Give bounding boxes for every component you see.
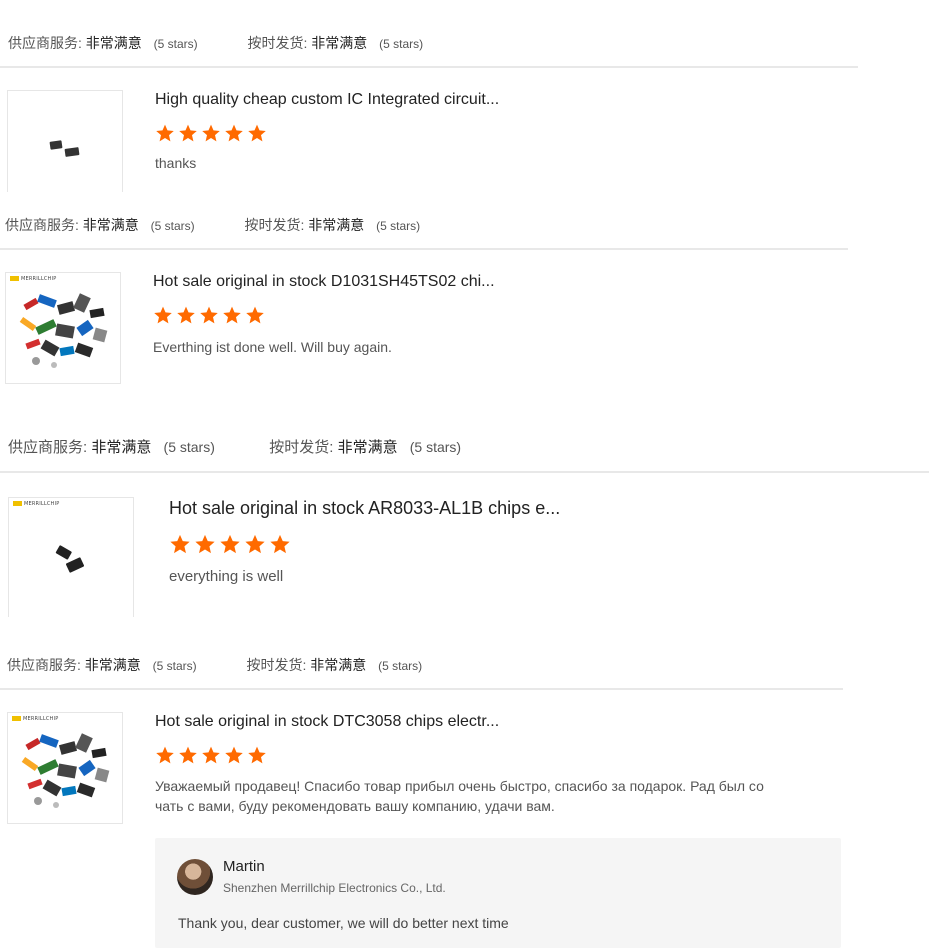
- star-icon: [195, 534, 215, 554]
- delivery-stars: (5 stars): [379, 37, 424, 51]
- delivery-value: 非常满意: [311, 35, 368, 51]
- review-comment-line: Уважаемый продавец! Спасибо товар прибыл…: [155, 778, 764, 794]
- star-icon: [156, 124, 174, 142]
- star-icon: [223, 306, 241, 324]
- rating-line: 供应商服务: 非常满意 (5 stars) 按时发货: 非常满意 (5 star…: [5, 215, 420, 235]
- delivery-stars: (5 stars): [376, 219, 421, 233]
- star-icon: [177, 306, 195, 324]
- service-value: 非常满意: [85, 35, 142, 51]
- review-product-title[interactable]: Hot sale original in stock D1031SH45TS02…: [153, 273, 495, 291]
- components-icon: [19, 293, 108, 368]
- star-icon: [179, 746, 197, 764]
- chip-icon: [55, 545, 85, 573]
- avatar: [177, 859, 213, 895]
- star-icon: [245, 534, 265, 554]
- review-comment: Уважаемый продавец! Спасибо товар прибыл…: [155, 776, 845, 816]
- star-icon: [156, 746, 174, 764]
- service-stars: (5 stars): [152, 659, 197, 673]
- service-label: 供应商服务:: [7, 657, 81, 673]
- delivery-label: 按时发货:: [246, 657, 307, 673]
- star-icon: [248, 746, 266, 764]
- seller-reply: Martin Shenzhen Merrillchip Electronics …: [155, 838, 841, 948]
- delivery-label: 按时发货:: [247, 35, 308, 51]
- star-icon: [270, 534, 290, 554]
- delivery-label: 按时发货:: [244, 217, 305, 233]
- star-icon: [220, 534, 240, 554]
- delivery-stars: (5 stars): [409, 439, 462, 455]
- rating-line: 供应商服务: 非常满意 (5 stars) 按时发货: 非常满意 (5 star…: [7, 655, 422, 675]
- divider: [0, 66, 858, 68]
- divider: [0, 248, 848, 250]
- service-value: 非常满意: [91, 439, 152, 456]
- delivery-value: 非常满意: [308, 217, 365, 233]
- chip-icon: [49, 140, 80, 157]
- delivery-label: 按时发货:: [269, 439, 334, 456]
- product-thumbnail[interactable]: [7, 90, 123, 192]
- service-stars: (5 stars): [150, 219, 195, 233]
- review-product-title[interactable]: High quality cheap custom IC Integrated …: [155, 91, 499, 109]
- star-icon: [202, 746, 220, 764]
- review-stars: [169, 533, 291, 555]
- product-thumbnail[interactable]: MERRILLCHIP: [5, 272, 121, 384]
- star-icon: [202, 124, 220, 142]
- components-icon: [21, 733, 110, 808]
- star-icon: [179, 124, 197, 142]
- review-comment: Everthing ist done well. Will buy again.: [153, 339, 392, 355]
- rating-line: 供应商服务: 非常满意 (5 stars) 按时发货: 非常满意 (5 star…: [8, 33, 423, 53]
- review-product-title[interactable]: Hot sale original in stock AR8033-AL1B c…: [169, 498, 560, 519]
- reply-author-name: Martin: [223, 858, 265, 875]
- brand-logo: MERRILLCHIP: [12, 716, 58, 722]
- service-label: 供应商服务:: [8, 35, 82, 51]
- delivery-value: 非常满意: [310, 657, 367, 673]
- review-comment: everything is well: [169, 568, 284, 585]
- review-stars: [155, 123, 267, 145]
- delivery-value: 非常满意: [337, 439, 398, 456]
- product-thumbnail[interactable]: MERRILLCHIP: [7, 712, 123, 824]
- service-stars: (5 stars): [153, 37, 198, 51]
- star-icon: [225, 746, 243, 764]
- reply-text: Thank you, dear customer, we will do bet…: [178, 915, 509, 931]
- service-value: 非常满意: [82, 217, 139, 233]
- service-label: 供应商服务:: [8, 439, 88, 456]
- brand-logo: MERRILLCHIP: [13, 501, 59, 507]
- service-value: 非常满意: [84, 657, 141, 673]
- divider: [0, 688, 843, 690]
- rating-line: 供应商服务: 非常满意 (5 stars) 按时发货: 非常满意 (5 star…: [8, 436, 461, 457]
- service-stars: (5 stars): [163, 439, 215, 455]
- review-stars: [155, 745, 267, 767]
- reply-author-company: Shenzhen Merrillchip Electronics Co., Lt…: [223, 881, 446, 895]
- brand-logo: MERRILLCHIP: [10, 276, 56, 282]
- delivery-stars: (5 stars): [378, 659, 423, 673]
- review-stars: [153, 305, 265, 327]
- star-icon: [246, 306, 264, 324]
- star-icon: [200, 306, 218, 324]
- star-icon: [248, 124, 266, 142]
- review-comment: thanks: [155, 155, 197, 171]
- divider: [0, 471, 929, 473]
- star-icon: [170, 534, 190, 554]
- product-thumbnail[interactable]: MERRILLCHIP: [8, 497, 134, 617]
- star-icon: [225, 124, 243, 142]
- review-comment-line: чать с вами, буду рекомендовать вашу ком…: [155, 798, 555, 814]
- service-label: 供应商服务:: [5, 217, 79, 233]
- review-product-title[interactable]: Hot sale original in stock DTC3058 chips…: [155, 713, 499, 731]
- star-icon: [154, 306, 172, 324]
